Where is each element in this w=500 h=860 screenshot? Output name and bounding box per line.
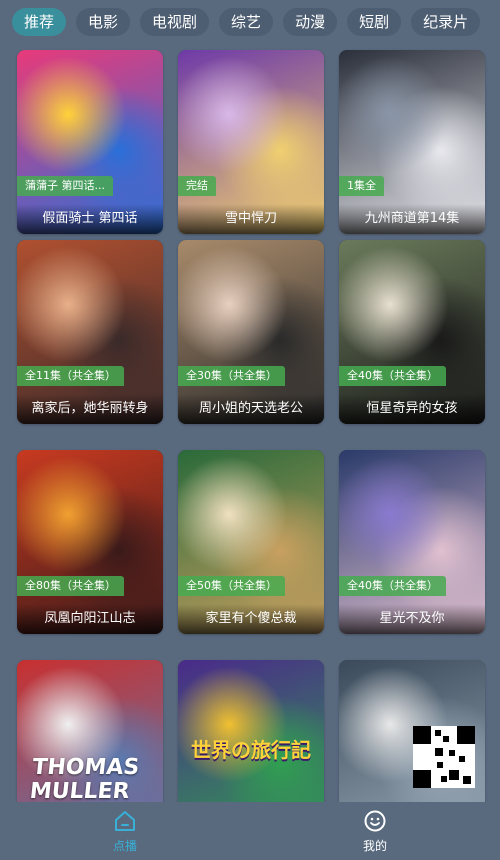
content-grid: 蒲蒲子 第四话... 假面骑士 第四话 完结 雪中悍刀 1集全 九州商道第14集 全11集（… <box>0 44 500 802</box>
card-title: 周小姐的天选老公 <box>178 394 324 424</box>
nav-item-vod[interactable]: 点播 <box>0 802 250 860</box>
video-card[interactable]: 蒲蒲子 第四话... 假面骑士 第四话 <box>17 50 163 234</box>
card-title: 雪中悍刀 <box>178 204 324 234</box>
video-card[interactable] <box>339 660 485 802</box>
video-card[interactable]: 完结 雪中悍刀 <box>178 50 324 234</box>
category-tabs: 推荐 电影 电视剧 综艺 动漫 短剧 纪录片 <box>0 0 500 44</box>
tab-1[interactable]: 电影 <box>76 8 131 36</box>
card-title: 家里有个傻总裁 <box>178 604 324 634</box>
episode-badge: 完结 <box>178 176 216 196</box>
episode-badge: 全40集（共全集） <box>339 576 446 596</box>
video-card[interactable]: 全40集（共全集） 恒星奇异的女孩 <box>339 240 485 424</box>
card-title: 假面骑士 第四话 <box>17 204 163 234</box>
episode-badge: 1集全 <box>339 176 384 196</box>
video-card[interactable]: 世界の旅行記 <box>178 660 324 802</box>
nav-label-mine: 我的 <box>362 838 387 853</box>
episode-badge: 蒲蒲子 第四话... <box>17 176 113 196</box>
video-card[interactable]: 1集全九州商道第14集 <box>339 50 485 234</box>
card-title: 星光不及你 <box>339 604 485 634</box>
video-card[interactable]: THOMAS MULLER <box>17 660 163 802</box>
video-card[interactable]: 全30集（共全集） 周小姐的天选老公 <box>178 240 324 424</box>
card-title: 九州商道第14集 <box>339 204 485 234</box>
episode-badge: 全80集（共全集） <box>17 576 124 596</box>
tab-6[interactable]: 纪录片 <box>411 8 481 36</box>
episode-badge: 全50集（共全集） <box>178 576 285 596</box>
poster-image <box>178 660 324 802</box>
qr-code <box>413 726 475 788</box>
video-card[interactable]: 全80集（共全集） 凤凰向阳江山志 <box>17 450 163 634</box>
tab-4[interactable]: 动漫 <box>283 8 338 36</box>
poster-text: THOMAS MULLER <box>28 755 141 802</box>
video-card[interactable]: 全50集（共全集） 家里有个傻总裁 <box>178 450 324 634</box>
poster-text: 世界の旅行記 <box>191 738 311 762</box>
smile-icon <box>364 810 386 831</box>
tab-3[interactable]: 综艺 <box>219 8 274 36</box>
nav-label-vod: 点播 <box>112 838 137 853</box>
tab-2[interactable]: 电视剧 <box>140 8 210 36</box>
video-card[interactable]: 全11集（共全集） 离家后，她华丽转身 <box>17 240 163 424</box>
tab-5[interactable]: 短剧 <box>347 8 402 36</box>
bottom-nav: 点播 我的 <box>0 802 500 860</box>
video-card[interactable]: 全40集（共全集） 星光不及你 <box>339 450 485 634</box>
home-icon <box>115 810 135 831</box>
tab-0[interactable]: 推荐 <box>12 8 67 36</box>
card-title: 离家后，她华丽转身 <box>17 394 163 424</box>
episode-badge: 全40集（共全集） <box>339 366 446 386</box>
episode-badge: 全11集（共全集） <box>17 366 124 386</box>
card-title: 恒星奇异的女孩 <box>339 394 485 424</box>
card-title: 凤凰向阳江山志 <box>17 604 163 634</box>
nav-item-mine[interactable]: 我的 <box>250 802 500 860</box>
episode-badge: 全30集（共全集） <box>178 366 285 386</box>
